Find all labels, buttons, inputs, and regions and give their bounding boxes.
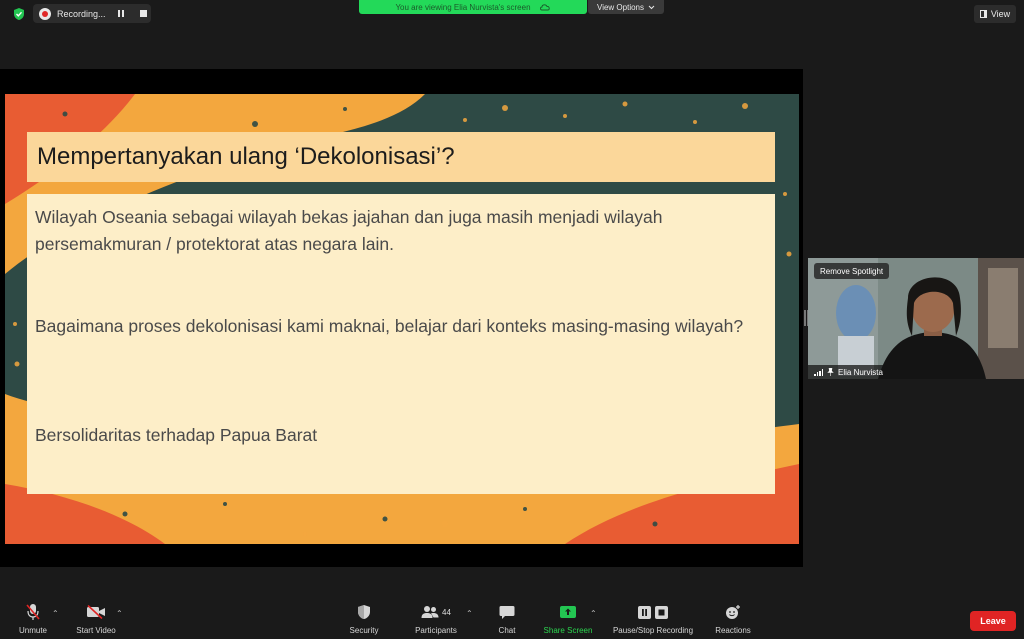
unmute-button[interactable]: Unmute bbox=[14, 601, 52, 639]
share-options-chevron[interactable]: ⌃ bbox=[590, 609, 597, 618]
chat-icon bbox=[499, 605, 515, 619]
viewing-banner: You are viewing Elia Nurvista's screen bbox=[359, 0, 587, 14]
leave-button[interactable]: Leave bbox=[970, 611, 1016, 631]
viewing-banner-text: You are viewing Elia Nurvista's screen bbox=[395, 2, 531, 12]
zoom-meeting-window: Recording... You are viewing Elia Nurvis… bbox=[0, 0, 1024, 639]
record-icon bbox=[39, 7, 51, 20]
pause-icon[interactable] bbox=[117, 10, 124, 17]
audio-options-chevron[interactable]: ⌃ bbox=[52, 609, 59, 618]
chat-label: Chat bbox=[498, 626, 516, 635]
security-button[interactable]: Security bbox=[340, 601, 388, 639]
video-options-chevron[interactable]: ⌃ bbox=[116, 609, 123, 618]
microphone-muted-icon bbox=[26, 604, 40, 620]
chat-button[interactable]: Chat bbox=[490, 601, 524, 639]
slide-paragraph: Bagaimana proses dekolonisasi kami makna… bbox=[35, 316, 744, 336]
start-video-label: Start Video bbox=[76, 626, 116, 635]
participants-icon bbox=[421, 606, 439, 618]
slide-paragraph: Wilayah Oseania sebagai wilayah bekas ja… bbox=[35, 207, 663, 254]
security-label: Security bbox=[349, 626, 379, 635]
pause-stop-recording-label: Pause/Stop Recording bbox=[612, 626, 694, 635]
view-button[interactable]: View bbox=[974, 5, 1016, 23]
participants-options-chevron[interactable]: ⌃ bbox=[466, 609, 473, 618]
recording-indicator[interactable]: Recording... bbox=[33, 4, 151, 23]
slide-body: Wilayah Oseania sebagai wilayah bekas ja… bbox=[27, 194, 775, 494]
participants-button[interactable]: 44 Participants bbox=[408, 601, 464, 639]
view-options-label: View Options bbox=[597, 2, 644, 12]
share-screen-label: Share Screen bbox=[543, 626, 593, 635]
panel-resize-handle[interactable] bbox=[804, 310, 807, 326]
view-label: View bbox=[990, 9, 1011, 19]
reactions-icon bbox=[726, 605, 740, 619]
view-options-button[interactable]: View Options bbox=[588, 0, 664, 14]
reactions-label: Reactions bbox=[715, 626, 751, 635]
signal-icon bbox=[814, 368, 823, 376]
unmute-label: Unmute bbox=[18, 626, 47, 635]
shield-icon[interactable] bbox=[12, 7, 26, 21]
presentation-slide: Mempertanyakan ulang ‘Dekolonisasi’? Wil… bbox=[5, 94, 799, 544]
view-icon bbox=[979, 10, 987, 18]
security-icon bbox=[358, 605, 370, 619]
participants-label: Participants bbox=[415, 626, 457, 635]
start-video-button[interactable]: Start Video bbox=[70, 601, 122, 639]
pause-recording-icon bbox=[638, 605, 668, 619]
pause-stop-recording-button[interactable]: Pause/Stop Recording bbox=[606, 601, 700, 639]
share-screen-button[interactable]: Share Screen bbox=[538, 601, 598, 639]
remove-spotlight-button[interactable]: Remove Spotlight bbox=[814, 263, 890, 279]
chevron-down-icon bbox=[648, 5, 655, 9]
cloud-icon bbox=[539, 4, 550, 11]
slide-title-bar: Mempertanyakan ulang ‘Dekolonisasi’? bbox=[27, 132, 775, 182]
share-screen-icon bbox=[560, 605, 576, 618]
reactions-button[interactable]: Reactions bbox=[710, 601, 756, 639]
slide-paragraph: Bersolidaritas terhadap Papua Barat bbox=[35, 425, 318, 445]
participant-name: Elia Nurvista bbox=[838, 367, 883, 377]
recording-label: Recording... bbox=[57, 8, 106, 19]
participants-count: 44 bbox=[442, 607, 451, 617]
slide-title: Mempertanyakan ulang ‘Dekolonisasi’? bbox=[37, 143, 455, 170]
participant-video-tile[interactable]: Remove Spotlight Elia Nurvista bbox=[808, 258, 1024, 379]
pin-icon bbox=[827, 368, 834, 376]
participant-name-tag: Elia Nurvista bbox=[808, 365, 889, 379]
meeting-toolbar: Unmute ⌃ Start Video ⌃ Security 44 Parti… bbox=[0, 601, 1024, 639]
video-off-icon bbox=[87, 605, 105, 619]
shared-screen-area: Mempertanyakan ulang ‘Dekolonisasi’? Wil… bbox=[0, 69, 803, 567]
stop-icon[interactable] bbox=[139, 10, 147, 17]
